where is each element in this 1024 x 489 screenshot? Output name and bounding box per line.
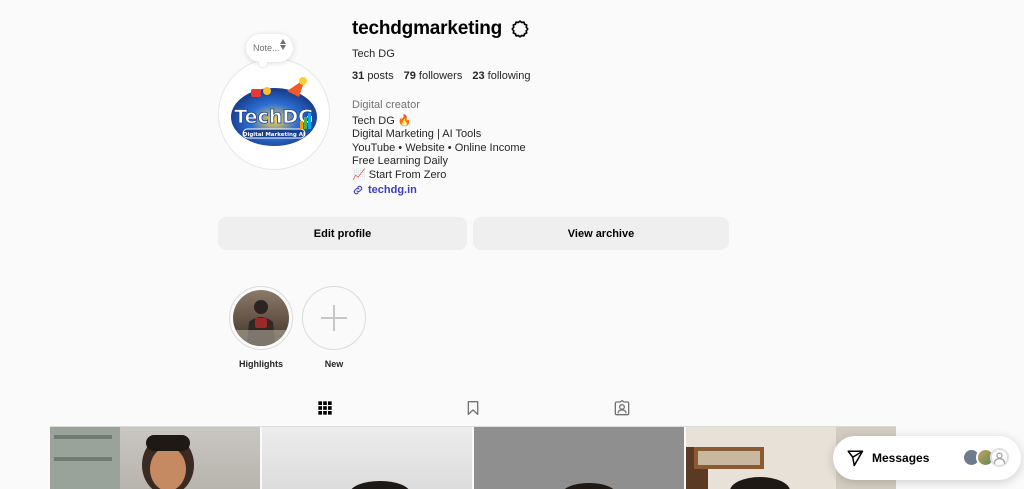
messages-label: Messages <box>872 451 930 465</box>
profile-avatar[interactable]: TechDG Digital Marketing AI <box>218 58 330 170</box>
plus-icon <box>321 305 347 331</box>
highlight-item[interactable]: Highlights <box>228 286 294 369</box>
bookmark-icon <box>467 401 479 415</box>
highlight-ring <box>229 286 293 350</box>
profile-link[interactable]: techdg.in <box>352 184 526 198</box>
category-label: Digital creator <box>352 99 420 111</box>
post-thumbnail[interactable] <box>474 427 684 489</box>
username: techdgmarketing <box>352 18 503 39</box>
user-placeholder-icon <box>990 448 1009 467</box>
highlight-label: Highlights <box>239 359 283 369</box>
bio-line: Free Learning Daily <box>352 155 448 168</box>
username-row: techdgmarketing <box>352 18 530 40</box>
posts-stat: 31 posts <box>352 70 394 82</box>
profile-page: Note... TechDG Digital Marketing AI tech… <box>0 0 1024 489</box>
following-stat[interactable]: 23 following <box>472 70 530 82</box>
new-highlight-button[interactable]: New <box>301 286 367 369</box>
tagged-icon <box>614 400 630 416</box>
tab-posts[interactable] <box>300 400 350 427</box>
profile-link-text: techdg.in <box>368 183 417 196</box>
full-name: Tech DG <box>352 48 395 60</box>
messages-avatars <box>962 448 1009 467</box>
profile-bio: Digital creator Tech DG 🔥 Digital Market… <box>352 99 526 197</box>
highlight-thumbnail <box>233 290 289 346</box>
post-thumbnail[interactable] <box>262 427 472 489</box>
note-label: Note... <box>253 43 280 53</box>
tab-tagged[interactable] <box>597 400 647 426</box>
note-bubble[interactable]: Note... <box>246 34 293 67</box>
posts-grid <box>50 427 896 489</box>
view-archive-button[interactable]: View archive <box>473 217 729 250</box>
note-arrows-icon <box>280 39 286 50</box>
send-icon <box>847 450 864 467</box>
followers-stat[interactable]: 79 followers <box>404 70 463 82</box>
bio-line: 📈 Start From Zero <box>352 168 447 181</box>
link-icon <box>353 186 363 195</box>
bio-line: Tech DG 🔥 <box>352 114 412 127</box>
settings-gear-icon[interactable] <box>510 19 530 39</box>
grid-icon <box>318 401 332 415</box>
highlight-label: New <box>324 359 344 369</box>
messages-button[interactable]: Messages <box>833 436 1021 480</box>
post-thumbnail[interactable] <box>50 427 260 489</box>
tab-saved[interactable] <box>448 400 498 426</box>
profile-stats: 31 posts 79 followers 23 following <box>352 70 530 82</box>
edit-profile-button[interactable]: Edit profile <box>218 217 467 250</box>
logo-subtext: Digital Marketing AI <box>243 132 305 138</box>
highlight-ring <box>302 286 366 350</box>
techdg-logo-icon: TechDG Digital Marketing AI <box>229 77 319 148</box>
bio-line: Digital Marketing | AI Tools <box>352 128 482 141</box>
bio-line: YouTube • Website • Online Income <box>352 141 526 154</box>
